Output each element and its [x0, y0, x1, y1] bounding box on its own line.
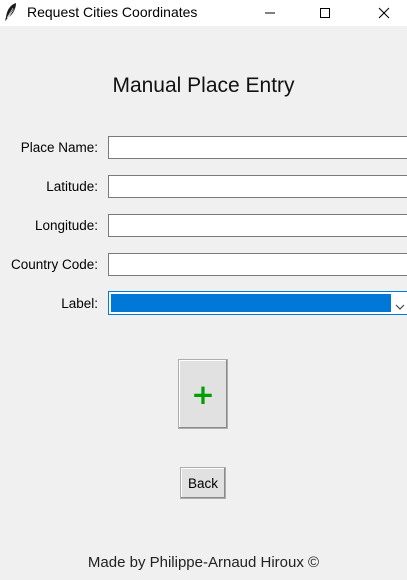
- longitude-label: Longitude:: [34, 218, 98, 233]
- country-code-label: Country Code:: [10, 257, 98, 272]
- title-bar[interactable]: Request Cities Coordinates: [0, 0, 407, 26]
- minimize-button[interactable]: [241, 0, 299, 26]
- window-title: Request Cities Coordinates: [27, 4, 198, 20]
- chevron-down-icon[interactable]: [395, 298, 405, 316]
- latitude-input[interactable]: [108, 175, 407, 198]
- page-title: Manual Place Entry: [112, 74, 295, 97]
- longitude-input[interactable]: [108, 214, 407, 237]
- place-name-label: Place Name:: [20, 140, 98, 155]
- maximize-icon: [319, 7, 331, 19]
- maximize-button[interactable]: [296, 0, 354, 26]
- close-icon: [378, 7, 390, 19]
- country-code-input[interactable]: [108, 253, 407, 276]
- latitude-label: Latitude:: [46, 179, 98, 194]
- label-selected-value: [111, 294, 391, 312]
- feather-icon: [3, 2, 19, 22]
- back-button[interactable]: Back: [180, 467, 226, 499]
- footer-credit: Made by Philippe-Arnaud Hiroux ©: [87, 554, 320, 571]
- add-place-button[interactable]: +: [178, 359, 228, 429]
- label-dropdown[interactable]: [108, 291, 407, 315]
- minimize-icon: [264, 7, 276, 19]
- close-button[interactable]: [355, 0, 407, 26]
- place-name-input[interactable]: [108, 136, 407, 159]
- label-field-label: Label:: [61, 296, 98, 311]
